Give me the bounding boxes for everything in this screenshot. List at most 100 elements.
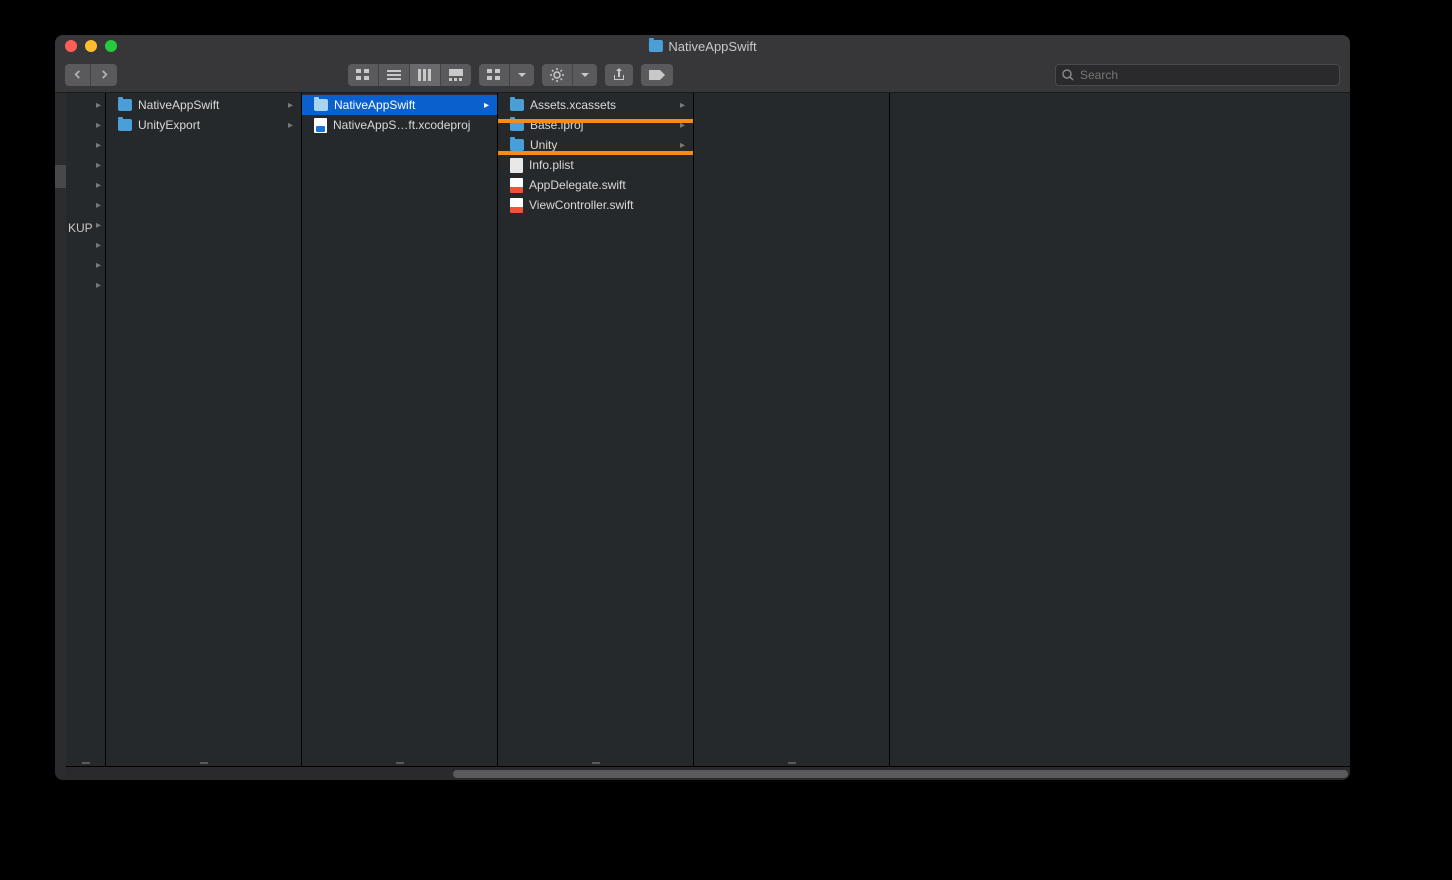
list-item[interactable]: NativeAppSwift ▸: [302, 95, 497, 115]
folder-icon: [118, 99, 132, 111]
column-2[interactable]: NativeAppSwift ▸ NativeAppS…ft.xcodeproj: [302, 93, 498, 766]
list-item[interactable]: ▸: [66, 275, 105, 295]
sidebar-item-airdrop[interactable]: AirDrop: [55, 234, 66, 257]
tags-button[interactable]: [641, 64, 673, 86]
minimize-window-button[interactable]: [85, 40, 97, 52]
sidebar-item-home[interactable]: niels: [55, 142, 66, 165]
scrollbar-thumb[interactable]: [453, 770, 1348, 778]
folder-icon: [510, 139, 524, 151]
chevron-right-icon: ▸: [96, 120, 101, 131]
folder-icon: [118, 119, 132, 131]
list-item[interactable]: AppDelegate.swift: [498, 175, 693, 195]
swift-file-icon: [510, 198, 523, 213]
item-label: ViewController.swift: [529, 198, 685, 212]
horizontal-scrollbar[interactable]: [66, 766, 1350, 780]
back-button[interactable]: [65, 64, 91, 86]
item-label: NativeAppSwift: [334, 98, 478, 112]
sidebar-header-locations: Locations: [55, 290, 66, 310]
list-item[interactable]: Base.lproj ▸: [498, 115, 693, 135]
chevron-right-icon: ▸: [680, 140, 685, 151]
column-3[interactable]: Assets.xcassets ▸ Base.lproj ▸ Unity▸ Info…: [498, 93, 694, 766]
list-item[interactable]: ▸: [66, 95, 105, 115]
chevron-right-icon: ▸: [96, 140, 101, 151]
chevron-right-icon: ▸: [680, 100, 685, 111]
sidebar-tag-all[interactable]: All Tags…: [55, 569, 66, 607]
list-item[interactable]: Unity▸: [498, 135, 693, 155]
sidebar-item-icloud[interactable]: iCloud Drive: [55, 310, 66, 348]
folder-icon: [648, 40, 662, 52]
chevron-right-icon: ▸: [96, 220, 101, 231]
column-4[interactable]: [694, 93, 890, 766]
item-label: Assets.xcassets: [530, 98, 674, 112]
list-item[interactable]: Assets.xcassets ▸: [498, 95, 693, 115]
sidebar-item-computer[interactable]: Niels's Mac mini: [55, 348, 66, 401]
finder-window: NativeAppSwift: [55, 35, 1350, 780]
sidebar-item-documents[interactable]: Documents: [55, 165, 66, 188]
sidebar: Favourites Recents niels Documents Deskt…: [55, 93, 66, 780]
list-item[interactable]: ▸: [66, 255, 105, 275]
forward-button[interactable]: [91, 64, 117, 86]
chevron-right-icon: ▸: [288, 120, 293, 131]
column-resize-handle[interactable]: [82, 762, 90, 764]
chevron-right-icon: ▸: [96, 100, 101, 111]
titlebar: NativeAppSwift: [55, 35, 1350, 57]
icon-view-button[interactable]: [348, 64, 379, 86]
chevron-right-icon: ▸: [96, 240, 101, 251]
list-item[interactable]: NativeAppSwift▸: [106, 95, 301, 115]
column-view-button[interactable]: [410, 64, 441, 86]
sidebar-item-recents[interactable]: Recents: [55, 119, 66, 142]
partial-text: KUP: [68, 221, 93, 235]
search-input[interactable]: [1080, 68, 1333, 82]
gallery-view-button[interactable]: [441, 64, 471, 86]
list-item[interactable]: ▸: [66, 115, 105, 135]
list-item[interactable]: NativeAppS…ft.xcodeproj: [302, 115, 497, 135]
list-item[interactable]: UnityExport▸: [106, 115, 301, 135]
list-item[interactable]: ViewController.swift: [498, 195, 693, 215]
content-area: Favourites Recents niels Documents Deskt…: [55, 93, 1350, 780]
column-5[interactable]: [890, 93, 1350, 766]
list-item[interactable]: ▸: [66, 175, 105, 195]
sidebar-item-desktop[interactable]: Desktop: [55, 188, 66, 211]
column-resize-handle[interactable]: [788, 762, 796, 764]
list-view-button[interactable]: [379, 64, 410, 86]
group-arrange-group: [479, 64, 534, 86]
close-window-button[interactable]: [65, 40, 77, 52]
sidebar-tag-green[interactable]: Green: [55, 523, 66, 546]
search-box[interactable]: [1055, 64, 1340, 86]
column-resize-handle[interactable]: [592, 762, 600, 764]
view-mode-group: [348, 64, 471, 86]
sidebar-tag-red[interactable]: Red: [55, 546, 66, 569]
list-item[interactable]: ▸: [66, 195, 105, 215]
list-item[interactable]: ▸: [66, 135, 105, 155]
share-button[interactable]: [605, 64, 633, 86]
arrange-dropdown[interactable]: [510, 64, 534, 86]
chevron-right-icon: ▸: [96, 160, 101, 171]
action-dropdown[interactable]: [573, 64, 597, 86]
item-label: Base.lproj: [530, 118, 674, 132]
chevron-right-icon: ▸: [484, 100, 489, 111]
column-1[interactable]: NativeAppSwift▸ UnityExport▸: [106, 93, 302, 766]
chevron-right-icon: ▸: [96, 260, 101, 271]
maximize-window-button[interactable]: [105, 40, 117, 52]
xcodeproj-icon: [314, 118, 327, 133]
sidebar-tag-orange[interactable]: Orange: [55, 500, 66, 523]
chevron-right-icon: ▸: [680, 120, 685, 131]
item-label: AppDelegate.swift: [529, 178, 685, 192]
file-icon: [510, 158, 523, 173]
list-item[interactable]: ▸: [66, 235, 105, 255]
chevron-right-icon: ▸: [96, 200, 101, 211]
sidebar-item-downloads[interactable]: Downloads: [55, 257, 66, 280]
list-item[interactable]: ▸: [66, 155, 105, 175]
action-button[interactable]: [542, 64, 573, 86]
group-button[interactable]: [479, 64, 510, 86]
sidebar-tag-blue[interactable]: Blue: [55, 454, 66, 477]
column-resize-handle[interactable]: [396, 762, 404, 764]
list-item[interactable]: Info.plist: [498, 155, 693, 175]
column-browser: KUP ▸ ▸ ▸ ▸ ▸ ▸ ▸ ▸ ▸ ▸ NativeAppSwift▸ …: [66, 93, 1350, 766]
folder-icon: [314, 99, 328, 111]
column-0[interactable]: KUP ▸ ▸ ▸ ▸ ▸ ▸ ▸ ▸ ▸ ▸: [66, 93, 106, 766]
sidebar-item-applications[interactable]: Applications: [55, 211, 66, 234]
sidebar-tag-yellow[interactable]: Yellow: [55, 477, 66, 500]
sidebar-item-network[interactable]: Network: [55, 401, 66, 424]
column-resize-handle[interactable]: [200, 762, 208, 764]
